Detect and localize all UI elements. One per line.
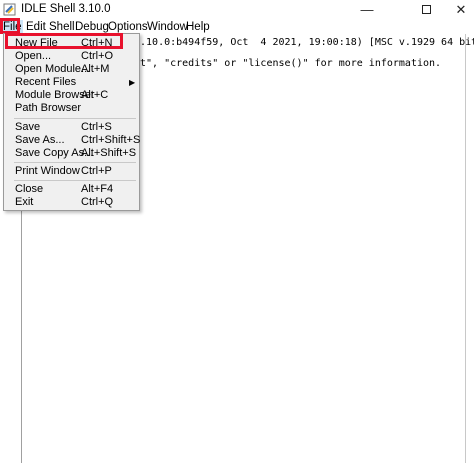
maximize-button[interactable] [405,0,447,20]
window-title: IDLE Shell 3.10.0 [21,3,111,15]
menu-item-save-as[interactable]: Save As... Ctrl+Shift+S [4,134,141,147]
new-file-highlight-box [5,33,123,49]
menu-item-shortcut: Alt+Shift+S [81,147,137,159]
menu-options[interactable]: Options [107,20,149,34]
shell-banner-line-1: 3.10.0:b494f59, Oct 4 2021, 19:00:18) [M… [134,37,474,48]
menu-item-save-copy-as[interactable]: Save Copy As... Alt+Shift+S [4,147,139,160]
menu-item-save[interactable]: Save Ctrl+S [4,121,139,134]
menu-item-shortcut: Ctrl+Q [81,196,114,208]
menu-item-module-browser[interactable]: Module Browser Alt+C [4,89,139,102]
menu-bar: File Edit Shell Debug Options Window Hel… [0,20,474,34]
menu-item-label: Print Window [15,165,80,177]
menu-separator [14,180,136,181]
close-icon: ✕ [455,2,467,17]
menu-separator [14,162,136,163]
menu-item-recent-files[interactable]: Recent Files ▶ [4,76,139,89]
menu-item-label: Open... [15,50,52,62]
menu-item-open-module[interactable]: Open Module... Alt+M [4,63,139,76]
menu-item-shortcut: Ctrl+O [81,50,114,62]
menu-item-shortcut: Ctrl+S [81,121,112,133]
menu-window[interactable]: Window [146,20,189,34]
menu-item-path-browser[interactable]: Path Browser [4,102,139,115]
menu-item-label: Open Module... [15,63,91,75]
menu-item-close[interactable]: Close Alt+F4 [4,183,139,196]
menu-item-label: Exit [15,196,34,208]
title-bar: IDLE Shell 3.10.0 — ✕ [0,0,474,20]
minimize-icon: — [360,2,374,17]
menu-item-label: Close [15,183,44,195]
menu-edit[interactable]: Edit [25,20,47,34]
menu-item-shortcut: Ctrl+P [81,165,112,177]
menu-item-shortcut: Ctrl+Shift+S [81,134,141,146]
shell-banner-line-2: ht", "credits" or "license()" for more i… [134,58,442,69]
python-idle-icon [3,3,16,16]
menu-debug[interactable]: Debug [74,20,110,34]
minimize-button[interactable]: — [346,0,388,20]
maximize-icon [421,5,431,15]
menu-item-shortcut: Alt+F4 [81,183,114,195]
menu-shell[interactable]: Shell [48,20,76,34]
file-menu-highlight-box [0,18,20,34]
menu-item-shortcut: Alt+C [81,89,109,101]
menu-separator [14,118,136,119]
menu-item-print-window[interactable]: Print Window Ctrl+P [4,165,139,178]
menu-item-shortcut: Alt+M [81,63,110,75]
menu-item-label: Recent Files [15,76,77,88]
menu-item-exit[interactable]: Exit Ctrl+Q [4,196,139,209]
file-menu-dropdown: New File Ctrl+N Open... Ctrl+O Open Modu… [3,33,140,211]
submenu-arrow-icon: ▶ [129,78,136,87]
scrollbar-edge [465,34,466,463]
menu-item-label: Save [15,121,41,133]
menu-help[interactable]: Help [185,20,211,34]
menu-item-open[interactable]: Open... Ctrl+O [4,50,139,63]
menu-item-label: Save As... [15,134,65,146]
menu-item-label: Path Browser [15,102,82,114]
close-button[interactable]: ✕ [448,0,474,20]
